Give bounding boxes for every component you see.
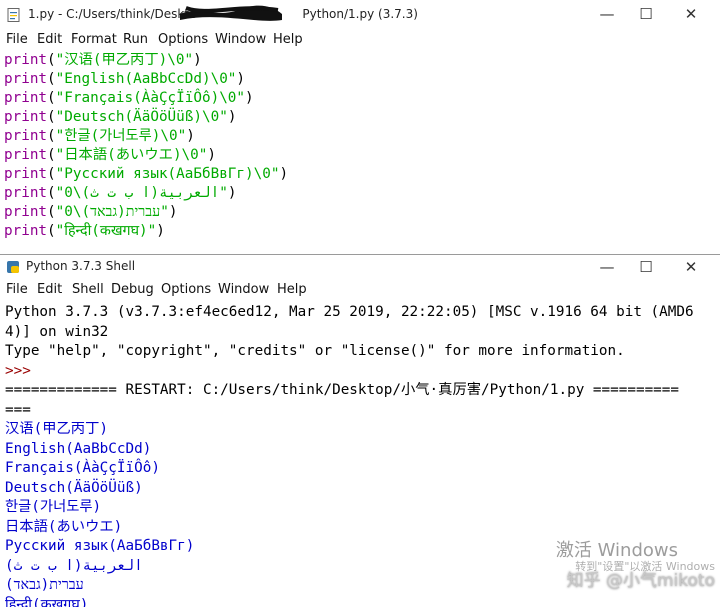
keyword-print: print [4,223,48,239]
string-literal: "Deutsch(ÄäÖöÜüß)\0" [55,109,228,125]
menu-file[interactable]: File [6,282,28,297]
keyword-print: print [4,71,48,87]
menu-file[interactable]: File [6,32,28,47]
output-line: Français(ÀàÇçÏïÔô) [5,460,160,476]
code-line: print("العربية(ا ب ت ث)\0") [4,185,237,201]
author-watermark: 知乎 @小气mikoto [566,571,715,591]
string-literal: "English(AaBbCcDd)\0" [55,71,237,87]
python-shell-icon [7,261,19,273]
editor-titlebar[interactable]: 1.py - C:/Users/think/Deskte Python/1.py … [0,0,720,30]
keyword-print: print [4,109,48,125]
close-button[interactable]: ✕ [681,4,701,24]
menu-window[interactable]: Window [215,32,266,47]
minimize-button[interactable]: — [597,257,617,277]
maximize-button[interactable]: ☐ [636,4,656,24]
keyword-print: print [4,128,48,144]
editor-window: 1.py - C:/Users/think/Deskte Python/1.py … [0,0,720,255]
menu-options[interactable]: Options [158,32,208,47]
shell-text-line: === [5,401,31,418]
keyword-print: print [4,147,48,163]
python-file-icon [7,8,20,22]
keyword-print: print [4,204,48,220]
string-literal: "Русский язык(АаБбВвГг)\0" [55,166,280,182]
editor-menubar: File Edit Format Run Options Window Help [0,30,720,50]
menu-help[interactable]: Help [277,282,307,297]
keyword-print: print [4,166,48,182]
menu-debug[interactable]: Debug [111,282,154,297]
menu-window[interactable]: Window [218,282,269,297]
code-line: print("汉语(甲乙丙丁)\0") [4,52,202,68]
code-line: print("Русский язык(АаБбВвГг)\0") [4,166,289,182]
shell-text-line: Python 3.7.3 (v3.7.3:ef4ec6ed12, Mar 25 … [5,304,694,320]
output-line: 한글(가너도루) [5,499,102,515]
string-literal: "עברית(גבאד)\0" [55,204,169,220]
maximize-button[interactable]: ☐ [636,257,656,277]
keyword-print: print [4,185,48,201]
string-literal: "العربية(ا ب ت ث)\0" [55,185,228,201]
menu-shell[interactable]: Shell [72,282,104,297]
code-editor[interactable]: print("汉语(甲乙丙丁)\0") print("English(AaBbCc… [0,51,720,241]
output-line: हिन्दी(कखगघ) [5,596,89,607]
code-line: print("日本語(あいウエ)\0") [4,147,216,163]
string-literal: "हिन्दी(कखगघ)" [55,223,157,239]
string-literal: "日本語(あいウエ)\0" [55,147,208,163]
menu-help[interactable]: Help [273,32,303,47]
output-line: 汉语(甲乙丙丁) [5,421,108,437]
string-literal: "汉语(甲乙丙丁)\0" [55,52,194,68]
code-line: print("한글(가너도루)\0") [4,128,195,144]
shell-text-line: ============= RESTART: C:/Users/think/De… [5,382,680,398]
shell-text-line: 4)] on win32 [5,323,109,340]
output-line: Deutsch(ÄäÖöÜüß) [5,479,143,496]
shell-title: Python 3.7.3 Shell [26,259,136,273]
code-line: print("हिन्दी(कखगघ)") [4,223,165,239]
menu-options[interactable]: Options [161,282,211,297]
shell-titlebar[interactable]: Python 3.7.3 Shell — ☐ ✕ [0,255,720,279]
menu-format[interactable]: Format [71,32,117,47]
code-line: print("Deutsch(ÄäÖöÜüß)\0") [4,109,237,125]
redaction-scribble [180,5,282,21]
output-line: English(AaBbCcDd) [5,440,152,457]
output-line: 日本語(あいウエ) [5,518,123,535]
close-button[interactable]: ✕ [681,257,701,277]
shell-menubar: File Edit Shell Debug Options Window Hel… [0,279,720,301]
menu-edit[interactable]: Edit [37,32,62,47]
code-line: print("Français(ÀàÇçÏïÔô)\0") [4,90,254,106]
minimize-button[interactable]: — [597,4,617,24]
keyword-print: print [4,52,48,68]
shell-text-line: Type "help", "copyright", "credits" or "… [5,343,625,359]
string-literal: "한글(가너도루)\0" [55,128,187,144]
code-line: print("עברית(גבאד)\0") [4,204,178,220]
shell-prompt: >>> [5,362,40,379]
keyword-print: print [4,90,48,106]
string-literal: "Français(ÀàÇçÏïÔô)\0" [55,90,246,106]
menu-run[interactable]: Run [123,32,148,47]
menu-edit[interactable]: Edit [37,282,62,297]
code-line: print("English(AaBbCcDd)\0") [4,71,246,87]
